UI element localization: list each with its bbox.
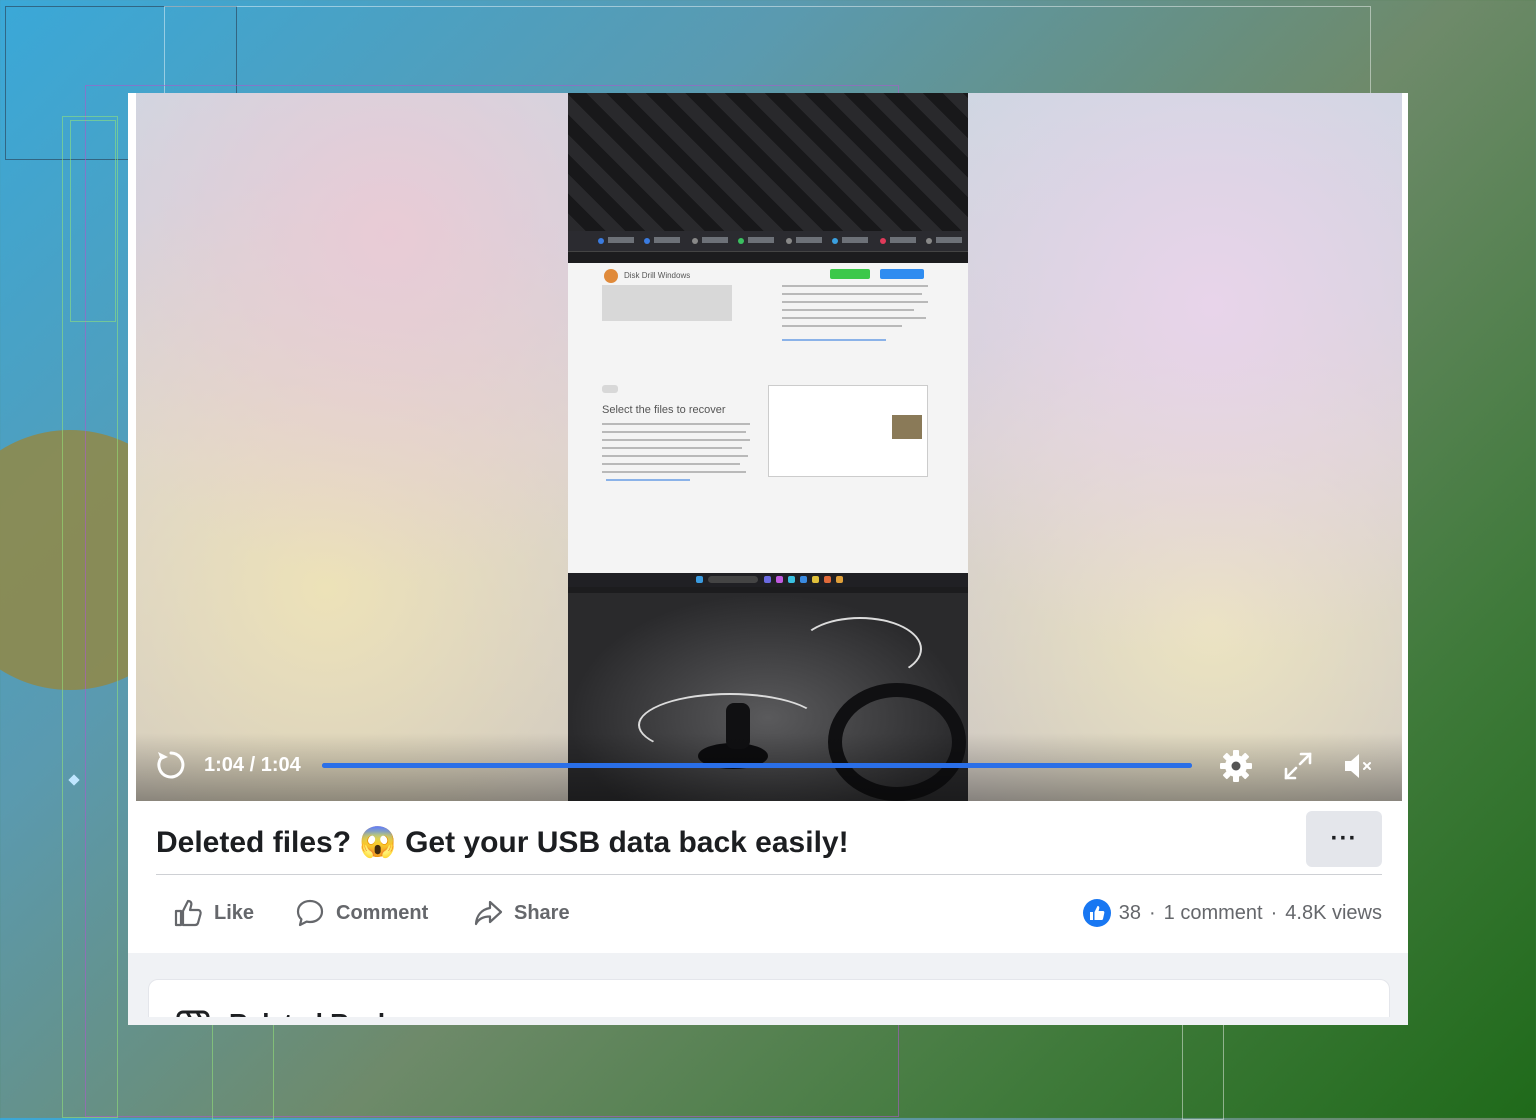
post-title-row: Deleted files? 😱 Get your USB data back … xyxy=(128,801,1408,875)
share-label: Share xyxy=(514,901,570,924)
stats-separator: · xyxy=(1270,901,1278,924)
embedded-thumbnail xyxy=(892,415,922,439)
post-actions: Like Comment Share 38 · 1 comment · 4.8K… xyxy=(128,883,1408,945)
progress-fill xyxy=(322,763,1192,768)
site-title: Disk Drill Windows xyxy=(624,271,691,280)
thumbs-up-icon xyxy=(174,899,202,927)
like-label: Like xyxy=(214,901,255,924)
post-card: Disk Drill Windows Select the files to r… xyxy=(128,93,1408,1025)
free-download-button xyxy=(830,269,870,279)
view-count: 4.8K views xyxy=(1285,901,1382,924)
upgrade-button xyxy=(880,269,924,279)
bottom-strip xyxy=(128,1017,1408,1025)
comment-count[interactable]: 1 comment xyxy=(1164,902,1263,925)
acoustic-foam xyxy=(568,93,968,233)
divider xyxy=(156,874,1382,875)
background-frame xyxy=(1182,1020,1224,1120)
video-frame: Disk Drill Windows Select the files to r… xyxy=(568,93,968,801)
embedded-heading: Select the files to recover xyxy=(602,404,726,416)
embedded-webpage: Disk Drill Windows Select the files to r… xyxy=(568,263,968,573)
video-player[interactable]: Disk Drill Windows Select the files to r… xyxy=(136,93,1402,801)
like-count[interactable]: 38 xyxy=(1119,902,1141,925)
like-reaction-icon[interactable] xyxy=(1082,899,1111,927)
stats-separator: · xyxy=(1149,901,1156,924)
video-time: 1:04 / 1:04 xyxy=(204,754,301,776)
comment-button[interactable]: Comment xyxy=(294,891,428,935)
background-frame xyxy=(70,120,116,322)
background-frame xyxy=(212,1020,274,1120)
share-button[interactable]: Share xyxy=(472,891,570,935)
volume-muted-icon[interactable] xyxy=(1340,748,1376,784)
site-logo xyxy=(604,269,618,283)
comment-icon xyxy=(296,899,324,927)
fullscreen-icon[interactable] xyxy=(1280,748,1316,784)
post-title: Deleted files? 😱 Get your USB data back … xyxy=(156,826,849,859)
related-section: Related Reels xyxy=(128,953,1408,1025)
share-icon xyxy=(474,900,503,926)
progress-bar[interactable] xyxy=(322,763,1192,768)
gear-icon[interactable] xyxy=(1218,748,1254,784)
more-options-button[interactable]: ··· xyxy=(1306,811,1382,867)
video-controls: 1:04 / 1:04 xyxy=(136,733,1402,801)
replay-icon[interactable] xyxy=(154,748,188,782)
like-button[interactable]: Like xyxy=(172,891,254,935)
embedded-taskbar xyxy=(568,573,968,587)
comment-label: Comment xyxy=(336,901,429,924)
post-stats: 38 · 1 comment · 4.8K views xyxy=(1082,891,1382,935)
embedded-browser-tabs xyxy=(568,231,968,252)
